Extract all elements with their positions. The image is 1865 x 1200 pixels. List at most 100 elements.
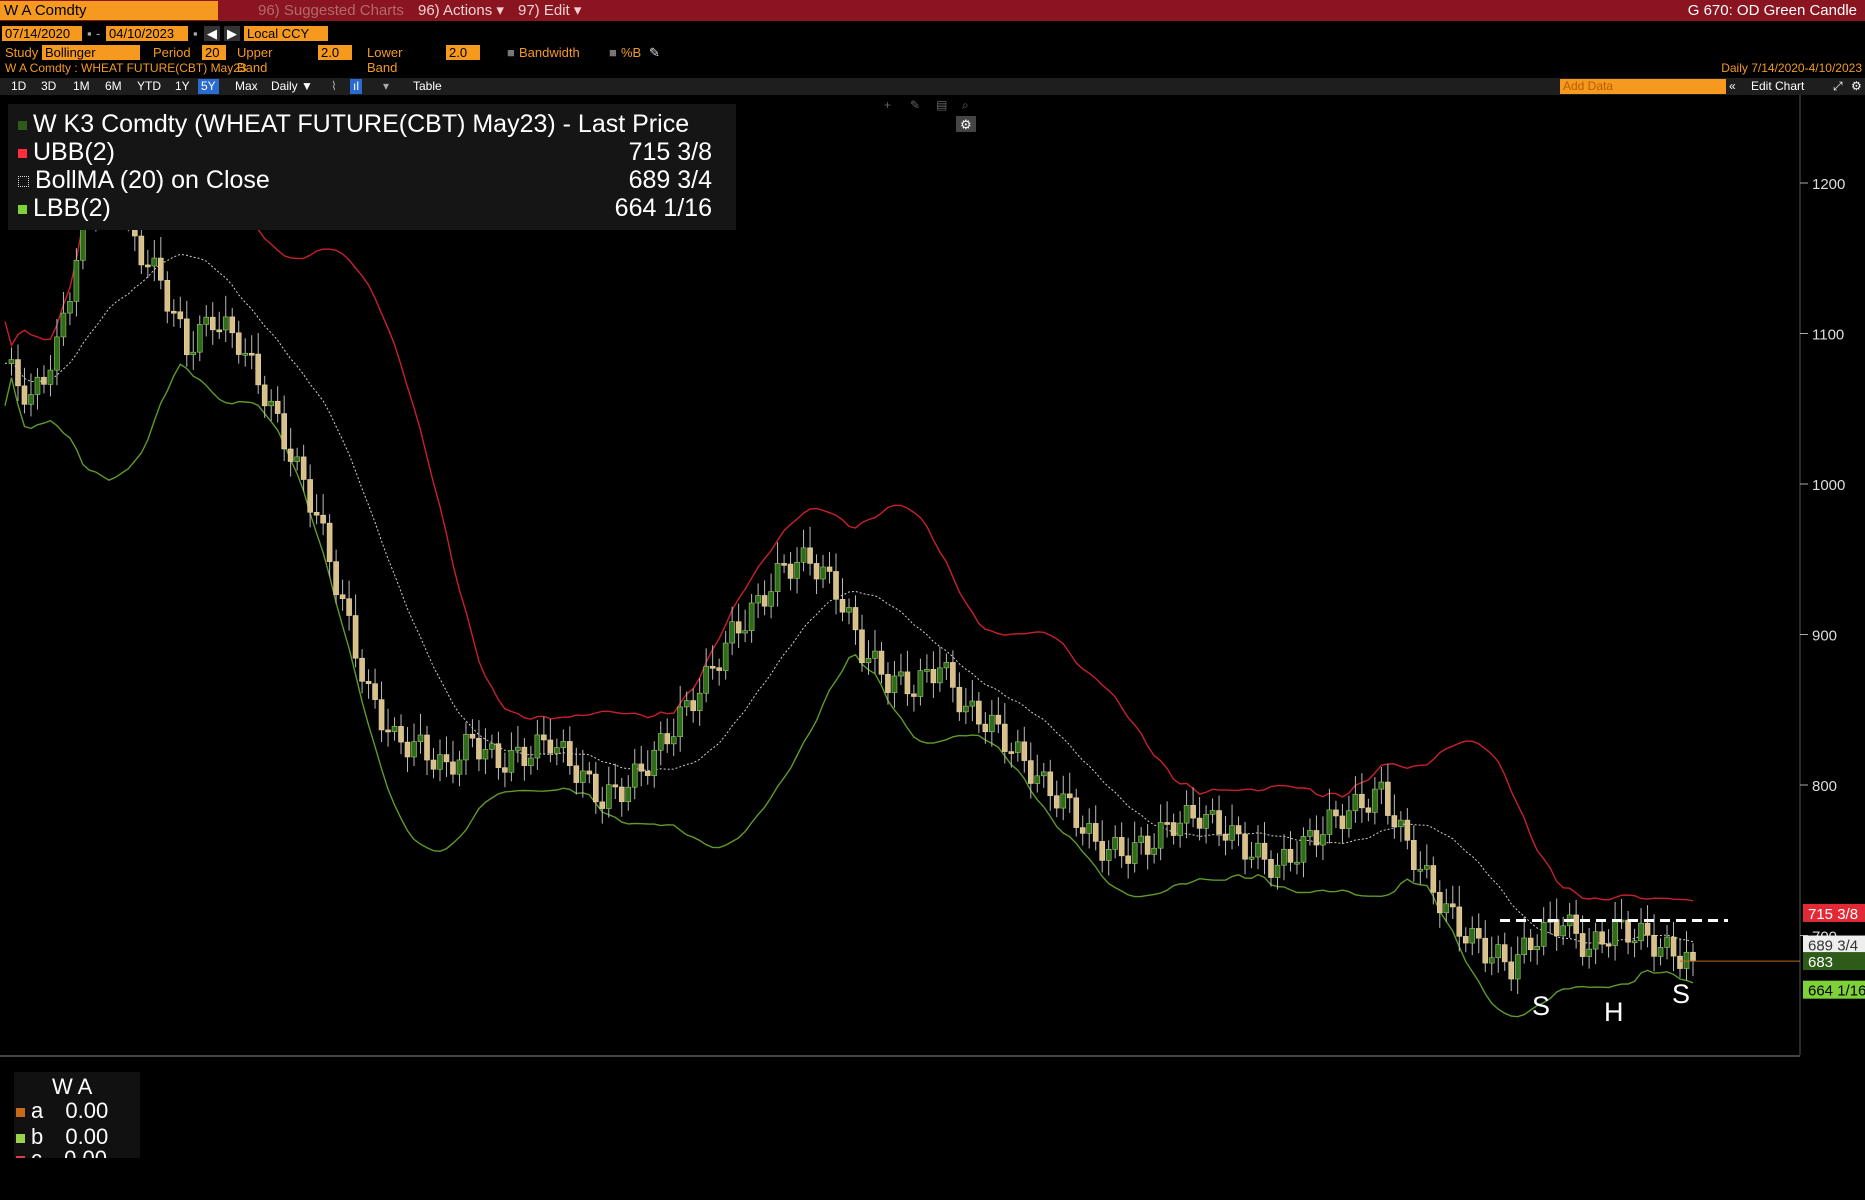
candle-body bbox=[54, 336, 60, 371]
lower-band-label: Lower Band bbox=[367, 45, 403, 75]
candle-body bbox=[1196, 817, 1203, 829]
chart-tool-icon[interactable]: ⌕ bbox=[962, 98, 969, 112]
candle-body bbox=[599, 801, 606, 809]
start-date-input[interactable]: 07/14/2020 bbox=[2, 26, 82, 41]
candle-body bbox=[859, 629, 865, 664]
candle-body bbox=[67, 301, 73, 314]
collapse-icon[interactable]: « bbox=[1726, 79, 1739, 94]
chart-tool-icon[interactable]: + bbox=[884, 98, 891, 112]
candle-body bbox=[359, 657, 365, 682]
study-select[interactable]: Bollinger bbox=[42, 45, 140, 60]
period-max[interactable]: Max bbox=[232, 79, 261, 94]
candle-body bbox=[1086, 823, 1093, 834]
candle-body bbox=[872, 650, 878, 659]
candle-body bbox=[885, 674, 891, 693]
candle-body bbox=[1495, 944, 1502, 959]
candle-body bbox=[664, 733, 671, 745]
period-input[interactable]: 20 bbox=[202, 45, 226, 60]
candle-body bbox=[924, 669, 930, 672]
edit-chart-button[interactable]: Edit Chart bbox=[1748, 79, 1807, 94]
candle-body bbox=[904, 671, 911, 695]
candle-body bbox=[709, 666, 716, 669]
legend-ubb-row: UBB(2) 715 3/8 bbox=[18, 138, 724, 167]
table-button[interactable]: Table bbox=[410, 79, 445, 94]
candle-body bbox=[1657, 947, 1664, 957]
actions-menu[interactable]: 96) Actions ▾ bbox=[418, 1, 504, 20]
candle-body bbox=[1359, 793, 1365, 809]
candle-body bbox=[281, 413, 287, 450]
period-5y[interactable]: 5Y bbox=[198, 79, 219, 94]
period-6m[interactable]: 6M bbox=[102, 79, 125, 94]
expand-icon[interactable]: ⤢ bbox=[1830, 79, 1846, 94]
legend-ma-label: BollMA (20) on Close bbox=[35, 166, 270, 194]
candle-body bbox=[1651, 934, 1657, 957]
candle-body bbox=[937, 667, 943, 684]
settings-icon[interactable]: ⚙ bbox=[960, 117, 972, 132]
candle-body bbox=[618, 786, 625, 803]
lbb-swatch bbox=[18, 204, 27, 214]
chevron-down-icon[interactable]: ▾ bbox=[380, 79, 392, 94]
period-1m[interactable]: 1M bbox=[70, 79, 93, 94]
candle-body bbox=[489, 743, 495, 750]
candle-body bbox=[456, 759, 463, 775]
candle-body bbox=[995, 714, 1002, 725]
frequency-select[interactable]: Daily ▼ bbox=[268, 79, 316, 94]
candle-body bbox=[1346, 810, 1352, 829]
bandwidth-label: Bandwidth bbox=[519, 45, 580, 60]
add-data-input[interactable]: Add Data bbox=[1560, 79, 1726, 94]
gear-icon[interactable]: ⚙ bbox=[1848, 79, 1865, 94]
chart-subtitle: W A Comdty : WHEAT FUTURE(CBT) May23 bbox=[5, 61, 247, 75]
candle-body bbox=[1398, 819, 1404, 828]
candle-body bbox=[1508, 961, 1515, 980]
candle-body bbox=[177, 311, 184, 320]
chart-tool-icon[interactable]: ▤ bbox=[936, 98, 947, 112]
legend-ubb-value: 715 3/8 bbox=[628, 138, 712, 166]
period-1d[interactable]: 1D bbox=[8, 79, 29, 94]
candle-body bbox=[1287, 848, 1294, 863]
edit-menu[interactable]: 97) Edit ▾ bbox=[518, 1, 581, 20]
upper-band-input[interactable]: 2.0 bbox=[318, 45, 352, 60]
lower-band-input[interactable]: 2.0 bbox=[446, 45, 480, 60]
candle-body bbox=[1501, 944, 1508, 963]
price-chart[interactable]: +✎▤⌕⚙ SHS 700800900100011001200 MayJunJu… bbox=[0, 95, 1865, 1060]
candle-body bbox=[742, 630, 748, 634]
candle-body bbox=[1534, 946, 1540, 951]
candle-body bbox=[1488, 957, 1495, 964]
candle-body bbox=[73, 259, 80, 302]
candle-body bbox=[781, 563, 787, 566]
candle-body bbox=[495, 743, 502, 768]
candle-body bbox=[365, 681, 372, 684]
candle-chart-icon[interactable]: ıl bbox=[350, 79, 362, 94]
top-toolbar: W A Comdty 96) Suggested Charts 96) Acti… bbox=[0, 0, 1865, 21]
a-label: a bbox=[31, 1098, 44, 1123]
candle-body bbox=[846, 607, 852, 613]
end-date-input[interactable]: 04/10/2023 bbox=[106, 26, 188, 41]
candle-body bbox=[1326, 809, 1333, 835]
security-input[interactable]: W A Comdty bbox=[0, 1, 218, 20]
period-1y[interactable]: 1Y bbox=[172, 79, 193, 94]
candle-body bbox=[385, 729, 391, 733]
candle-body bbox=[404, 741, 411, 758]
period-ytd[interactable]: YTD bbox=[134, 79, 164, 94]
candle-body bbox=[508, 750, 515, 773]
prev-arrow-icon[interactable]: ◀ bbox=[204, 26, 220, 41]
candle-body bbox=[1592, 931, 1599, 950]
candle-body bbox=[768, 591, 774, 607]
next-arrow-icon[interactable]: ▶ bbox=[224, 26, 240, 41]
suggested-charts-button[interactable]: 96) Suggested Charts bbox=[258, 1, 404, 20]
candle-body bbox=[898, 671, 904, 677]
candle-body bbox=[1060, 793, 1067, 809]
candle-body bbox=[229, 316, 236, 334]
chart-tool-icon[interactable]: ✎ bbox=[910, 98, 920, 112]
candle-body bbox=[1053, 795, 1060, 809]
a-value: 0.00 bbox=[65, 1098, 109, 1123]
currency-select[interactable]: Local CCY bbox=[244, 26, 328, 41]
pencil-icon[interactable]: ✎ bbox=[646, 45, 663, 60]
candle-body bbox=[411, 741, 417, 758]
candle-body bbox=[755, 595, 761, 604]
line-chart-icon[interactable]: ⌇ bbox=[328, 79, 340, 94]
candle-body bbox=[203, 316, 210, 325]
subtitle-row: W A Comdty : WHEAT FUTURE(CBT) May23 Dai… bbox=[0, 61, 1865, 77]
calendar-icon[interactable]: ▪ bbox=[190, 26, 201, 41]
period-3d[interactable]: 3D bbox=[38, 79, 59, 94]
